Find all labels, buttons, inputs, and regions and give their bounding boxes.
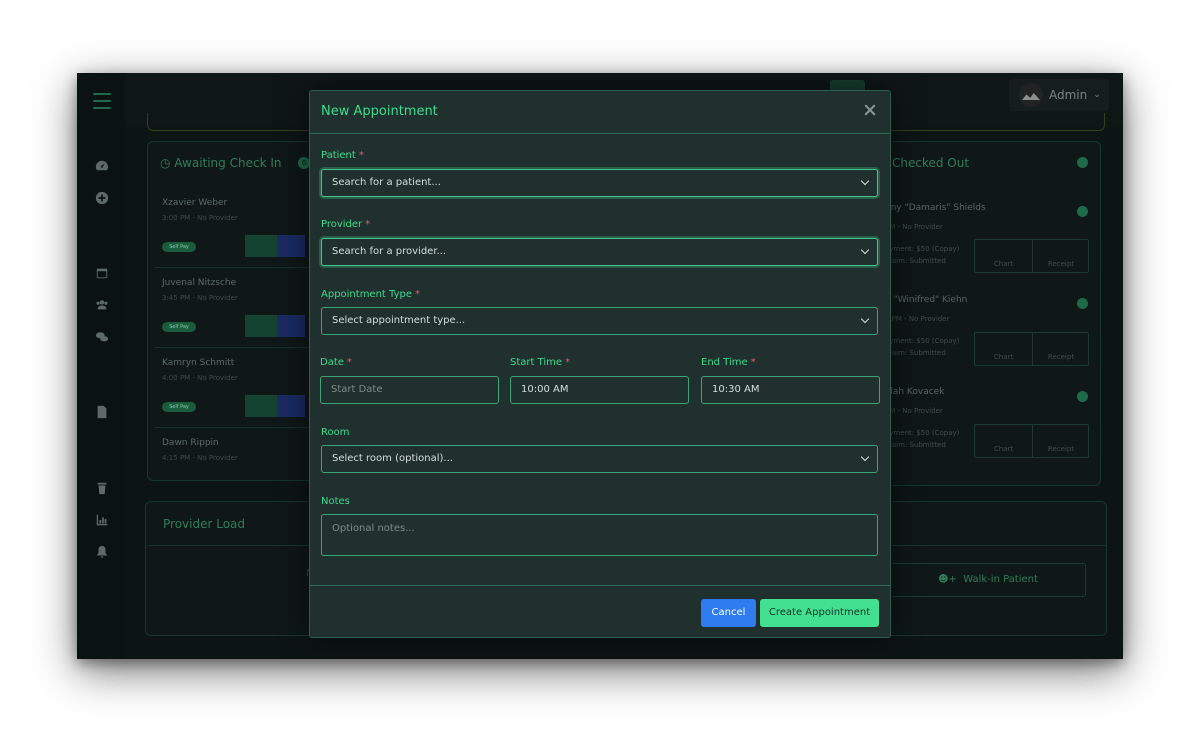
users-icon[interactable]	[95, 298, 109, 312]
appointment-type-label: Appointment Type *	[321, 289, 420, 300]
chevron-down-icon: ⌄	[1093, 90, 1101, 100]
add-circle-icon[interactable]	[95, 191, 109, 205]
chevron-down-icon	[860, 245, 870, 255]
receipt-button[interactable]: Receipt	[1032, 333, 1089, 365]
claim-text: Claim: Submitted	[885, 257, 946, 265]
notes-label: Notes	[321, 496, 350, 507]
list-item-detail: 0 PM - No Provider	[885, 315, 950, 323]
payment-badge: Self Pay	[162, 402, 196, 412]
room-label: Room	[321, 427, 350, 438]
list-item-detail: PM - No Provider	[885, 223, 943, 231]
payment-badge: Self Pay	[162, 242, 196, 252]
close-icon[interactable]	[863, 103, 877, 117]
chart-button[interactable]: Chart	[975, 333, 1032, 365]
checkin-button[interactable]	[245, 315, 277, 337]
app-window: Admin ⌄ ◷ Awaiting Check In 6 Xzavier We…	[77, 73, 1123, 659]
user-menu[interactable]: Admin ⌄	[1009, 79, 1109, 111]
message-button[interactable]	[277, 315, 305, 337]
dashboard-icon[interactable]	[95, 159, 109, 173]
provider-label: Provider *	[321, 219, 371, 230]
payment-text: ayment: $50 (Copay)	[885, 337, 960, 345]
cancel-button[interactable]: Cancel	[701, 599, 756, 627]
payment-badge: Self Pay	[162, 322, 196, 332]
trash-icon[interactable]	[95, 481, 109, 495]
modal-footer-divider	[310, 585, 890, 586]
chevron-down-icon	[860, 176, 870, 186]
end-time-input[interactable]: 10:30 AM	[701, 376, 880, 404]
new-appointment-modal: New Appointment Patient * Search for a pa…	[309, 90, 891, 638]
list-item-name: nny "Damaris" Shields	[885, 203, 986, 213]
avatar	[1019, 83, 1043, 107]
list-item-name: ylah Kovacek	[885, 387, 945, 397]
sidebar	[77, 73, 125, 659]
appointment-type-select[interactable]: Select appointment type...	[321, 307, 878, 335]
provider-select[interactable]: Search for a provider...	[321, 238, 878, 266]
invoice-icon[interactable]	[95, 405, 109, 419]
message-button[interactable]	[277, 395, 305, 417]
receipt-button[interactable]: Receipt	[1032, 240, 1089, 272]
checkout-actions: Chart Receipt	[974, 239, 1089, 273]
user-plus-icon: ☻+	[938, 574, 957, 585]
message-button[interactable]	[277, 235, 305, 257]
patient-select[interactable]: Search for a patient...	[321, 169, 878, 197]
check-icon	[1077, 298, 1088, 309]
bell-icon[interactable]	[95, 545, 109, 559]
check-icon	[1077, 391, 1088, 402]
end-time-label: End Time *	[701, 357, 756, 368]
modal-title: New Appointment	[321, 104, 438, 119]
checkin-button[interactable]	[245, 395, 277, 417]
start-time-input[interactable]: 10:00 AM	[510, 376, 689, 404]
check-icon	[1077, 206, 1088, 217]
chart-bar-icon[interactable]	[95, 513, 109, 527]
start-time-label: Start Time *	[510, 357, 571, 368]
chat-icon[interactable]	[95, 330, 109, 344]
list-item-detail: PM - No Provider	[885, 407, 943, 415]
checkout-actions: Chart Receipt	[974, 332, 1089, 366]
chevron-down-icon	[860, 314, 870, 324]
patient-label: Patient *	[321, 150, 364, 161]
panel-title: Checked Out	[892, 156, 970, 170]
menu-icon[interactable]	[93, 93, 111, 114]
notes-textarea[interactable]	[321, 514, 878, 556]
payment-text: ayment: $50 (Copay)	[885, 245, 960, 253]
walkin-patient-button[interactable]: ☻+ Walk-in Patient	[890, 563, 1086, 597]
calendar-icon[interactable]	[95, 266, 109, 280]
info-icon	[1077, 157, 1088, 168]
date-label: Date *	[320, 357, 352, 368]
panel-title: Provider Load	[163, 517, 246, 531]
room-select[interactable]: Select room (optional)...	[321, 445, 878, 473]
list-item-name: n "Winifred" Kiehn	[885, 295, 968, 305]
chart-button[interactable]: Chart	[975, 240, 1032, 272]
list-item[interactable]: Juvenal Nitzsche 3:45 PM - No Provider	[162, 278, 238, 302]
modal-header: New Appointment	[310, 91, 890, 134]
panel-title: ◷ Awaiting Check In	[160, 156, 282, 170]
chevron-down-icon	[860, 452, 870, 462]
checkin-button[interactable]	[245, 235, 277, 257]
claim-text: Claim: Submitted	[885, 349, 946, 357]
create-appointment-button[interactable]: Create Appointment	[760, 599, 879, 627]
list-item[interactable]: Dawn Rippin 4:15 PM - No Provider	[162, 438, 238, 462]
checkout-actions: Chart Receipt	[974, 424, 1089, 458]
list-item[interactable]: Kamryn Schmitt 4:00 PM - No Provider	[162, 358, 238, 382]
list-item[interactable]: Xzavier Weber 3:00 PM - No Provider	[162, 198, 238, 222]
user-name: Admin	[1049, 88, 1088, 102]
chart-button[interactable]: Chart	[975, 425, 1032, 457]
payment-text: ayment: $50 (Copay)	[885, 429, 960, 437]
date-input[interactable]: Start Date	[320, 376, 499, 404]
claim-text: Claim: Submitted	[885, 441, 946, 449]
receipt-button[interactable]: Receipt	[1032, 425, 1089, 457]
